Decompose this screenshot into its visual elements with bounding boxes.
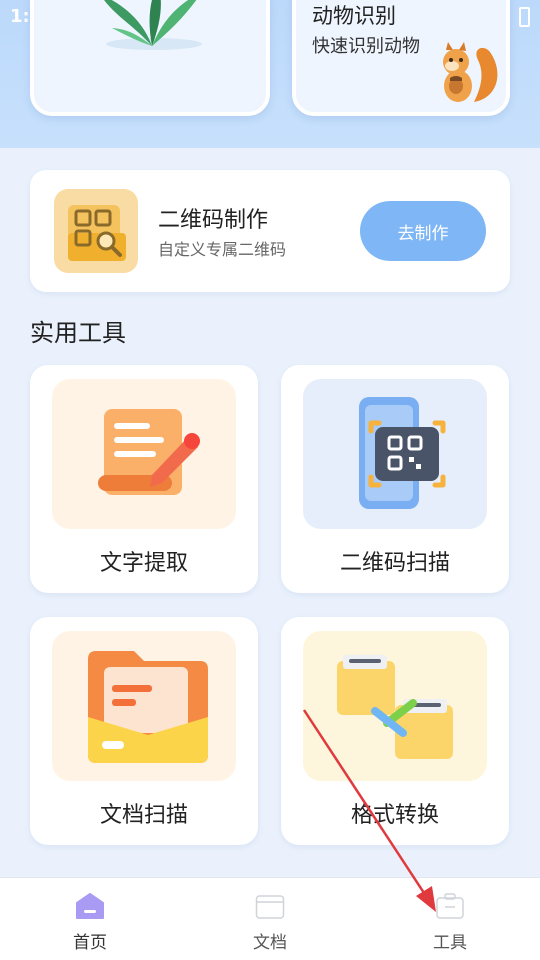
tools-icon bbox=[436, 893, 464, 919]
feature-card-animal[interactable]: 动物识别 快速识别动物 bbox=[292, 0, 510, 116]
document-icon bbox=[255, 895, 285, 919]
document-folder-icon bbox=[88, 651, 208, 763]
nav-item-home[interactable]: 首页 bbox=[0, 878, 180, 960]
battery-icon bbox=[519, 7, 530, 27]
folder-convert-icon bbox=[337, 655, 453, 759]
tool-format-convert[interactable]: 格式转换 bbox=[281, 617, 509, 845]
qr-magnifier-icon bbox=[68, 205, 126, 261]
tool-label: 二维码扫描 bbox=[339, 551, 450, 576]
qr-create-title: 二维码制作 bbox=[158, 208, 269, 233]
nav-label-home: 首页 bbox=[73, 933, 107, 953]
nav-item-tools[interactable]: 工具 bbox=[360, 878, 540, 960]
section-title-tools: 实用工具 bbox=[30, 319, 126, 347]
doc-scan-illustration bbox=[52, 631, 236, 781]
scroll-pen-icon bbox=[98, 409, 200, 495]
bottom-navigation: 首页 文档 工具 bbox=[0, 877, 540, 960]
tool-label: 格式转换 bbox=[350, 803, 439, 828]
tool-text-extract[interactable]: 文字提取 bbox=[30, 365, 258, 593]
squirrel-icon bbox=[443, 42, 498, 102]
home-icon bbox=[76, 893, 104, 919]
tool-label: 文档扫描 bbox=[99, 803, 188, 828]
qr-create-button[interactable]: 去制作 bbox=[360, 201, 486, 261]
nav-label-docs: 文档 bbox=[253, 933, 287, 953]
plant-illustration-icon bbox=[104, 0, 202, 50]
animal-card-subtitle: 快速识别动物 bbox=[312, 36, 420, 57]
animal-card-title: 动物识别 bbox=[312, 4, 396, 28]
text-extract-illustration bbox=[52, 379, 236, 529]
qr-create-subtitle: 自定义专属二维码 bbox=[158, 240, 287, 259]
qr-create-thumbnail bbox=[54, 189, 138, 273]
tool-qr-scan[interactable]: 二维码扫描 bbox=[281, 365, 509, 593]
tool-doc-scan[interactable]: 文档扫描 bbox=[30, 617, 258, 845]
feature-card-plant[interactable] bbox=[30, 0, 270, 116]
nav-item-docs[interactable]: 文档 bbox=[180, 878, 360, 960]
qr-scan-illustration bbox=[303, 379, 487, 529]
nav-label-tools: 工具 bbox=[433, 933, 467, 953]
tool-label: 文字提取 bbox=[99, 551, 188, 576]
phone-qr-scan-icon bbox=[359, 397, 446, 509]
qr-create-card[interactable]: 二维码制作 自定义专属二维码 去制作 bbox=[30, 170, 510, 292]
format-convert-illustration bbox=[303, 631, 487, 781]
